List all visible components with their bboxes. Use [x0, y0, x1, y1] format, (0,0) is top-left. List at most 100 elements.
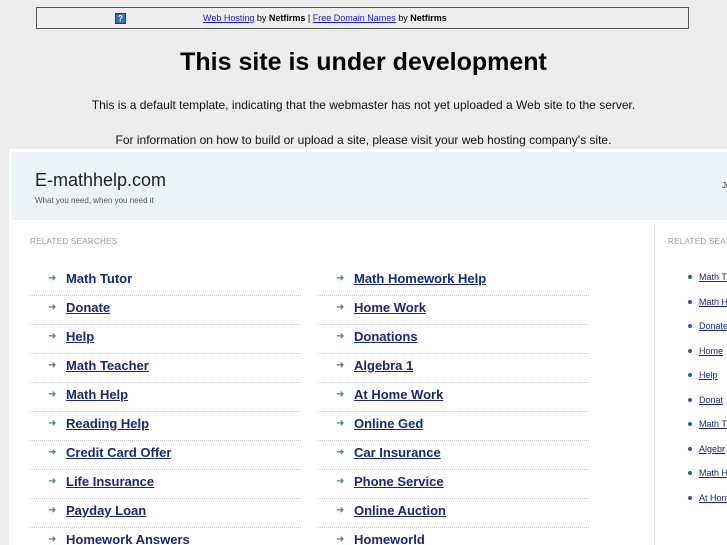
banner-links: Web Hosting by Netfirms | Free Domain Na… — [203, 13, 447, 23]
bullet-icon — [688, 471, 692, 475]
related-search-link[interactable]: Payday Loan — [66, 503, 146, 518]
related-search-link[interactable]: Reading Help — [66, 416, 149, 431]
related-search-item[interactable]: ➜ Car Insurance — [318, 442, 589, 470]
sidebar-link[interactable]: Home — [699, 346, 723, 356]
related-searches-main: RELATED SEARCHES ➜ Math Tutor ➜ Donate ➜ Help… — [12, 225, 655, 545]
related-search-link[interactable]: Help — [66, 329, 94, 344]
related-search-link[interactable]: Home Work — [354, 300, 426, 315]
related-search-item[interactable]: ➜ Reading Help — [30, 413, 301, 441]
related-search-link[interactable]: Phone Service — [354, 474, 444, 489]
bullet-icon — [688, 348, 692, 353]
sidebar-link[interactable]: Math T — [699, 419, 727, 429]
sidebar-link[interactable]: Donate — [699, 321, 727, 331]
arrow-right-icon: ➜ — [48, 331, 57, 342]
arrow-right-icon: ➜ — [48, 389, 57, 400]
arrow-right-icon: ➜ — [336, 360, 345, 371]
bullet-icon — [688, 495, 692, 500]
related-search-item[interactable]: ➜ Phone Service — [318, 471, 589, 499]
banner-by-text-2: by — [395, 13, 411, 23]
related-search-item[interactable]: ➜ Math Teacher — [30, 355, 301, 383]
banner-by-text: by — [254, 13, 269, 23]
related-search-link[interactable]: Donate — [66, 300, 110, 315]
related-search-item[interactable]: ➜ Donate — [30, 297, 301, 325]
notice-line-1: This is a default template, indicating t… — [91, 98, 636, 112]
arrow-right-icon: ➜ — [48, 418, 57, 429]
arrow-right-icon: ➜ — [336, 534, 345, 545]
site-name[interactable]: E-mathhelp.com — [35, 170, 166, 191]
notice-line-2: For information on how to build or uploa… — [115, 133, 612, 147]
related-search-item[interactable]: ➜ Algebra 1 — [318, 355, 589, 383]
sidebar-link[interactable]: Math H — [699, 468, 727, 478]
sidebar-link[interactable]: Math T — [699, 272, 727, 282]
related-search-item[interactable]: ➜ Life Insurance — [30, 471, 301, 499]
bullet-icon — [688, 397, 692, 402]
header-right-text: Ju — [722, 181, 727, 190]
related-search-item[interactable]: ➜ Home Work — [318, 297, 589, 325]
help-question-icon[interactable]: ? — [115, 13, 126, 24]
sidebar-link[interactable]: Math H — [699, 297, 727, 307]
arrow-right-icon: ➜ — [48, 476, 57, 487]
related-search-item[interactable]: ➜ Homework Answers — [30, 529, 301, 545]
related-search-link[interactable]: Homework Answers — [66, 532, 190, 545]
parked-page-frame: E-mathhelp.com What you need, when you n… — [9, 149, 727, 545]
related-search-link[interactable]: Online Auction — [354, 503, 446, 518]
banner-brand-2: Netfirms — [410, 13, 447, 23]
related-search-link[interactable]: Life Insurance — [66, 474, 154, 489]
bullet-icon — [688, 324, 692, 328]
bullet-icon — [688, 299, 692, 304]
arrow-right-icon: ➜ — [48, 273, 57, 284]
top-banner: ? Web Hosting by Netfirms | Free Domain … — [36, 7, 689, 29]
free-domain-link[interactable]: Free Domain Names — [313, 13, 396, 23]
bullet-icon — [688, 275, 692, 279]
arrow-right-icon: ➜ — [336, 476, 345, 487]
related-search-link[interactable]: Car Insurance — [354, 445, 441, 460]
related-search-item[interactable]: ➜ Homeworld — [318, 529, 589, 545]
site-header: E-mathhelp.com What you need, when you n… — [12, 152, 727, 220]
arrow-right-icon: ➜ — [48, 505, 57, 516]
related-search-link[interactable]: Algebra 1 — [354, 358, 413, 373]
bullet-icon — [688, 373, 692, 377]
related-search-item[interactable]: ➜ Online Ged — [318, 413, 589, 441]
related-search-item[interactable]: ➜ Math Help — [30, 384, 301, 412]
web-hosting-link[interactable]: Web Hosting — [203, 13, 254, 23]
related-search-link[interactable]: Homeworld — [354, 532, 425, 545]
banner-brand: Netfirms — [268, 13, 306, 23]
arrow-right-icon: ➜ — [336, 273, 345, 284]
related-search-link[interactable]: Math Help — [66, 387, 128, 402]
sidebar-link[interactable]: At Hom — [699, 493, 727, 503]
related-search-link[interactable]: Math Homework Help — [354, 271, 486, 286]
arrow-right-icon: ➜ — [336, 389, 345, 400]
related-search-link[interactable]: Math Teacher — [66, 358, 149, 373]
related-search-link[interactable]: Credit Card Offer — [66, 445, 171, 460]
related-search-link[interactable]: Donations — [354, 329, 418, 344]
related-column-1: ➜ Math Tutor ➜ Donate ➜ Help ➜ Math Teacher ➜ Mat… — [30, 268, 301, 545]
arrow-right-icon: ➜ — [336, 302, 345, 313]
related-search-item[interactable]: ➜ At Home Work — [318, 384, 589, 412]
sidebar-label: RELATED SEA — [668, 237, 726, 246]
bullet-icon — [688, 422, 692, 426]
related-column-2: ➜ Math Homework Help ➜ Home Work ➜ Donations ➜… — [318, 268, 589, 545]
related-search-item[interactable]: ➜ Credit Card Offer — [30, 442, 301, 470]
arrow-right-icon: ➜ — [48, 302, 57, 313]
related-search-item[interactable]: ➜ Math Homework Help — [318, 268, 589, 296]
related-search-link[interactable]: Math Tutor — [66, 271, 132, 286]
related-searches-sidebar: RELATED SEA Math T Math H Donate Home Help Do… — [664, 225, 727, 545]
sidebar-link[interactable]: Help — [699, 370, 718, 380]
related-search-item[interactable]: ➜ Online Auction — [318, 500, 589, 528]
banner-separator: | — [305, 13, 313, 23]
related-search-item[interactable]: ➜ Math Tutor — [30, 268, 301, 296]
page-title: This site is under development — [180, 48, 547, 76]
related-search-link[interactable]: At Home Work — [354, 387, 443, 402]
site-tagline: What you need, when you need it — [35, 196, 154, 205]
related-search-item[interactable]: ➜ Donations — [318, 326, 589, 354]
arrow-right-icon: ➜ — [336, 331, 345, 342]
bullet-icon — [688, 446, 692, 451]
sidebar-link[interactable]: Algebr — [699, 444, 725, 454]
sidebar-link[interactable]: Donat — [699, 395, 723, 405]
arrow-right-icon: ➜ — [48, 447, 57, 458]
related-searches-label: RELATED SEARCHES — [30, 237, 118, 246]
related-search-item[interactable]: ➜ Help — [30, 326, 301, 354]
related-search-link[interactable]: Online Ged — [354, 416, 423, 431]
arrow-right-icon: ➜ — [336, 447, 345, 458]
related-search-item[interactable]: ➜ Payday Loan — [30, 500, 301, 528]
